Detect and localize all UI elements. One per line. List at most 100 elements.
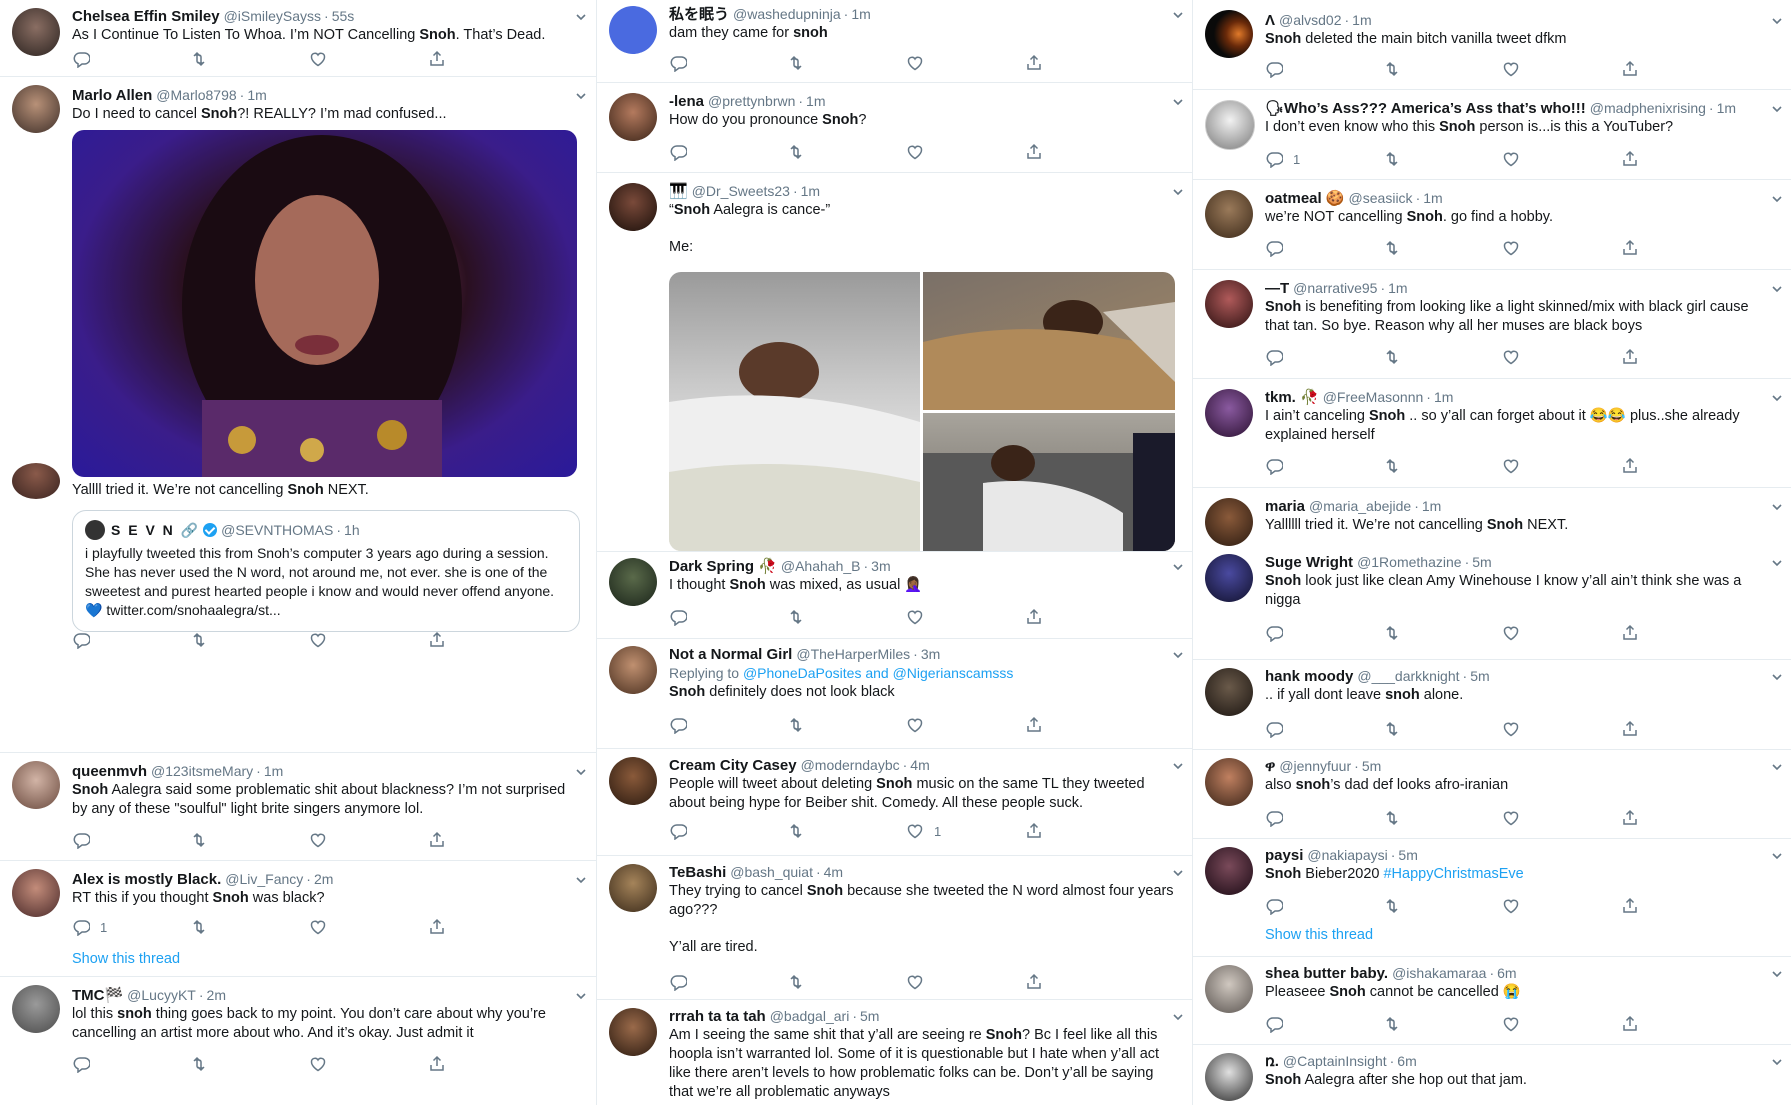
display-name[interactable]: Chelsea Effin Smiley	[72, 8, 220, 25]
tweet[interactable]: TeBashi @bash_quiat · 4m They trying to can…	[597, 856, 1193, 1000]
share-button[interactable]	[428, 829, 446, 851]
avatar[interactable]	[1205, 190, 1253, 238]
retweet-button[interactable]	[1383, 58, 1401, 80]
tweet[interactable]: Alex is mostly Black. @Liv_Fancy · 2m RT th…	[0, 861, 596, 977]
handle[interactable]: @Liv_Fancy	[225, 871, 303, 887]
tweet-photo[interactable]	[923, 413, 1175, 551]
tweet[interactable]: -lena @prettynbrwn · 1m How do you pronounc…	[597, 83, 1193, 173]
like-button[interactable]	[1502, 237, 1520, 259]
handle[interactable]: @moderndaybc	[801, 757, 900, 773]
handle[interactable]: @narrative95	[1293, 280, 1377, 296]
avatar[interactable]	[1205, 758, 1253, 806]
tweet[interactable]: shea butter baby. @ishakamaraa · 6m Pleasee…	[1193, 957, 1791, 1045]
quoted-tweet[interactable]: S E V N 🔗 @SEVNTHOMAS · 1h i playfully twee…	[72, 510, 580, 632]
reply-button[interactable]	[1265, 622, 1283, 644]
tweet[interactable]: 🗣Who’s Ass??? America’s Ass that’s who!!…	[1193, 90, 1791, 180]
reply-button[interactable]	[72, 829, 90, 851]
avatar[interactable]	[609, 93, 657, 141]
chevron-down-icon[interactable]	[576, 91, 586, 101]
like-button[interactable]	[1502, 148, 1520, 170]
chevron-down-icon[interactable]	[1772, 672, 1782, 682]
share-button[interactable]	[1025, 971, 1043, 993]
timestamp[interactable]: 1m	[1717, 100, 1736, 116]
tweet[interactable]: Yallll tried it. We’re not cancelling Sn…	[0, 463, 596, 753]
tweet[interactable]: paysi @nakiapaysi · 5m Snoh Bieber2020 #Hap…	[1193, 839, 1791, 957]
share-button[interactable]	[1621, 807, 1639, 829]
like-button[interactable]	[1502, 718, 1520, 740]
timestamp[interactable]: 1m	[1422, 498, 1441, 514]
timestamp[interactable]: 5m	[1362, 758, 1381, 774]
retweet-button[interactable]	[190, 1053, 208, 1075]
like-button[interactable]	[309, 829, 327, 851]
chevron-down-icon[interactable]	[1772, 284, 1782, 294]
handle[interactable]: @bash_quiat	[730, 864, 813, 880]
retweet-button[interactable]	[1383, 237, 1401, 259]
handle[interactable]: @alvsd02	[1279, 12, 1341, 28]
handle[interactable]: @TheHarperMiles	[796, 646, 910, 662]
share-button[interactable]	[1621, 455, 1639, 477]
like-button[interactable]	[906, 606, 924, 628]
display-name[interactable]: —T	[1265, 280, 1289, 297]
timestamp[interactable]: 1m	[1352, 12, 1371, 28]
retweet-button[interactable]	[1383, 346, 1401, 368]
like-button[interactable]	[1502, 895, 1520, 917]
chevron-down-icon[interactable]	[1772, 558, 1782, 568]
display-name[interactable]: 🎹	[669, 183, 688, 200]
timestamp[interactable]: 4m	[824, 864, 843, 880]
avatar[interactable]	[609, 558, 657, 606]
retweet-button[interactable]	[190, 916, 208, 938]
like-button[interactable]	[906, 714, 924, 736]
retweet-button[interactable]	[1383, 1013, 1401, 1035]
chevron-down-icon[interactable]	[1173, 868, 1183, 878]
retweet-button[interactable]	[1383, 718, 1401, 740]
chevron-down-icon[interactable]	[1173, 97, 1183, 107]
handle[interactable]: @ishakamaraa	[1392, 965, 1486, 981]
share-button[interactable]	[1621, 346, 1639, 368]
like-button[interactable]	[1502, 58, 1520, 80]
avatar[interactable]	[1205, 965, 1253, 1013]
like-button[interactable]	[309, 916, 327, 938]
timestamp[interactable]: 1m	[1388, 280, 1407, 296]
reply-button[interactable]	[1265, 58, 1283, 80]
chevron-down-icon[interactable]	[1772, 969, 1782, 979]
share-button[interactable]	[1621, 622, 1639, 644]
like-button[interactable]	[1502, 1013, 1520, 1035]
chevron-down-icon[interactable]	[576, 12, 586, 22]
display-name[interactable]: -lena	[669, 93, 704, 110]
retweet-button[interactable]	[190, 48, 208, 70]
tweet[interactable]: queenmvh @123itsmeMary · 1m Snoh Aalegra sa…	[0, 753, 596, 861]
reply-button[interactable]	[1265, 895, 1283, 917]
share-button[interactable]	[1025, 820, 1043, 842]
handle[interactable]: @prettynbrwn	[708, 93, 795, 109]
display-name[interactable]: queenmvh	[72, 763, 147, 780]
share-button[interactable]	[1621, 1013, 1639, 1035]
handle[interactable]: @Ahahah_B	[781, 558, 861, 574]
handle[interactable]: @Dr_Sweets23	[692, 183, 790, 199]
timestamp[interactable]: 1m	[806, 93, 825, 109]
reply-button[interactable]	[1265, 346, 1283, 368]
retweet-button[interactable]	[190, 629, 208, 651]
tweet[interactable]: hank moody @___darkknight · 5m .. if yall d…	[1193, 660, 1791, 750]
timestamp[interactable]: 6m	[1397, 1053, 1416, 1069]
tweet[interactable]: Chelsea Effin Smiley @iSmileySayss · 55s As…	[0, 0, 596, 77]
display-name[interactable]: rrrah ta ta tah	[669, 1008, 766, 1025]
display-name[interactable]: TMC🏁	[72, 987, 123, 1004]
chevron-down-icon[interactable]	[1772, 104, 1782, 114]
reply-button[interactable]	[669, 52, 687, 74]
handle[interactable]: @nakiapaysi	[1307, 847, 1387, 863]
display-name[interactable]: ዋ	[1265, 758, 1275, 775]
retweet-button[interactable]	[787, 714, 805, 736]
reply-button[interactable]	[72, 629, 90, 651]
timestamp[interactable]: 1m	[1434, 389, 1453, 405]
display-name[interactable]: Dark Spring 🥀	[669, 558, 777, 575]
share-button[interactable]	[1025, 52, 1043, 74]
handle[interactable]: @Marlo8798	[156, 87, 236, 103]
reply-button[interactable]	[1265, 807, 1283, 829]
timestamp[interactable]: 1m	[264, 763, 283, 779]
tweet[interactable]: 私を眠う @washedupninja · 1m dam they came for …	[597, 0, 1193, 83]
tweet-photo[interactable]	[923, 272, 1175, 410]
timestamp[interactable]: 1m	[801, 183, 820, 199]
tweet[interactable]: Suge Wright @1Romethazine · 5m Snoh look ju…	[1193, 544, 1791, 660]
tweet[interactable]: Not a Normal Girl @TheHarperMiles · 3m Repl…	[597, 638, 1193, 749]
avatar[interactable]	[1205, 554, 1253, 602]
